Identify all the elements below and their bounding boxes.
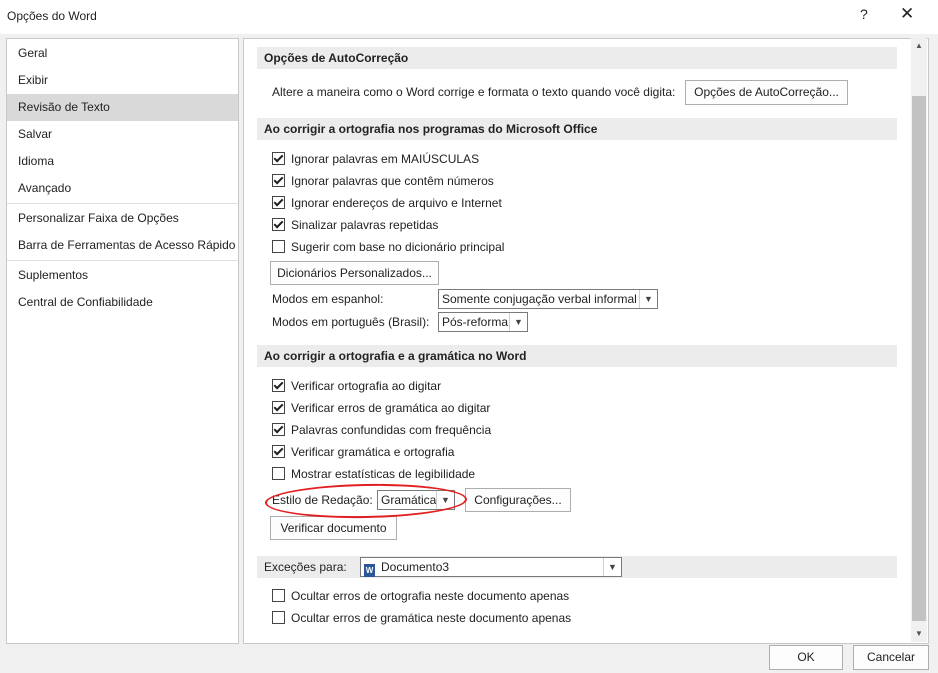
- checkbox-label: Ocultar erros de gramática neste documen…: [291, 611, 572, 625]
- options-panel: Opções de AutoCorreção Altere a maneira …: [243, 38, 929, 644]
- check-grammar-spelling-checkbox[interactable]: Verificar gramática e ortografia: [272, 442, 454, 462]
- window-title: Opções do Word: [7, 9, 97, 23]
- portuguese-modes-value: Pós-reforma: [442, 315, 509, 329]
- sidebar-divider: [7, 260, 238, 261]
- scroll-down-arrow-icon[interactable]: ▼: [911, 626, 927, 642]
- spanish-modes-select[interactable]: Somente conjugação verbal informal ▼: [438, 289, 658, 309]
- autocorrect-description: Altere a maneira como o Word corrige e f…: [272, 85, 676, 99]
- checkbox-icon: [272, 467, 285, 480]
- checkbox-label: Palavras confundidas com frequência: [291, 423, 492, 437]
- portuguese-modes-select[interactable]: Pós-reforma ▼: [438, 312, 528, 332]
- checkbox-label: Ignorar palavras que contêm números: [291, 174, 494, 188]
- word-document-icon: W: [364, 564, 375, 577]
- spanish-modes-label: Modos em espanhol:: [272, 292, 384, 306]
- checkbox-icon: [272, 196, 285, 209]
- close-button[interactable]: ✕: [900, 4, 914, 24]
- sidebar-item-geral[interactable]: Geral: [7, 40, 238, 67]
- checkbox-icon: [272, 174, 285, 187]
- ignore-uppercase-checkbox[interactable]: Ignorar palavras em MAIÚSCULAS: [272, 149, 479, 169]
- vertical-scrollbar[interactable]: ▲ ▼: [911, 38, 927, 642]
- checkbox-label: Ocultar erros de ortografia neste docume…: [291, 589, 570, 603]
- check-grammar-typing-checkbox[interactable]: Verificar erros de gramática ao digitar: [272, 398, 490, 418]
- sidebar-item-suplementos[interactable]: Suplementos: [7, 262, 238, 289]
- checkbox-label: Sinalizar palavras repetidas: [291, 218, 439, 232]
- checkbox-icon: [272, 218, 285, 231]
- sidebar-item-avancado[interactable]: Avançado: [7, 175, 238, 202]
- exceptions-document-select[interactable]: W Documento3 ▼: [360, 557, 622, 577]
- sidebar-item-revisao[interactable]: Revisão de Texto: [7, 94, 238, 121]
- scroll-up-arrow-icon[interactable]: ▲: [911, 38, 927, 54]
- checkbox-icon: [272, 401, 285, 414]
- ignore-numbers-checkbox[interactable]: Ignorar palavras que contêm números: [272, 171, 494, 191]
- chevron-down-icon: ▼: [639, 290, 657, 308]
- autocorrect-options-button[interactable]: Opções de AutoCorreção...: [685, 80, 848, 105]
- hide-grammar-errors-checkbox[interactable]: Ocultar erros de gramática neste documen…: [272, 608, 571, 628]
- sidebar-item-idioma[interactable]: Idioma: [7, 148, 238, 175]
- title-bar: Opções do Word ? ✕: [0, 0, 938, 34]
- checkbox-icon: [272, 611, 285, 624]
- checkbox-label: Sugerir com base no dicionário principal: [291, 240, 505, 254]
- help-button[interactable]: ?: [860, 6, 868, 22]
- checkbox-label: Verificar erros de gramática ao digitar: [291, 401, 491, 415]
- hide-spelling-errors-checkbox[interactable]: Ocultar erros de ortografia neste docume…: [272, 586, 569, 606]
- sidebar-item-personalizar-faixa[interactable]: Personalizar Faixa de Opções: [7, 205, 238, 232]
- ok-button[interactable]: OK: [769, 645, 843, 670]
- sidebar: Geral Exibir Revisão de Texto Salvar Idi…: [6, 38, 239, 644]
- spanish-modes-value: Somente conjugação verbal informal: [442, 292, 637, 306]
- flag-repeated-checkbox[interactable]: Sinalizar palavras repetidas: [272, 215, 438, 235]
- chevron-down-icon: ▼: [436, 491, 454, 509]
- settings-button[interactable]: Configurações...: [465, 488, 571, 512]
- custom-dictionaries-button[interactable]: Dicionários Personalizados...: [270, 261, 439, 285]
- autocorrect-header: Opções de AutoCorreção: [257, 47, 897, 69]
- chevron-down-icon: ▼: [509, 313, 527, 331]
- word-grammar-header: Ao corrigir a ortografia e a gramática n…: [257, 345, 897, 367]
- suggest-main-dict-checkbox[interactable]: Sugerir com base no dicionário principal: [272, 237, 504, 257]
- check-spelling-typing-checkbox[interactable]: Verificar ortografia ao digitar: [272, 376, 441, 396]
- sidebar-item-exibir[interactable]: Exibir: [7, 67, 238, 94]
- writing-style-select[interactable]: Gramática ▼: [377, 490, 455, 510]
- writing-style-value: Gramática: [381, 493, 437, 507]
- sidebar-item-salvar[interactable]: Salvar: [7, 121, 238, 148]
- checkbox-icon: [272, 240, 285, 253]
- sidebar-item-central-confiabilidade[interactable]: Central de Confiabilidade: [7, 289, 238, 316]
- checkbox-icon: [272, 445, 285, 458]
- sidebar-divider: [7, 203, 238, 204]
- check-document-button[interactable]: Verificar documento: [270, 516, 397, 540]
- checkbox-icon: [272, 589, 285, 602]
- checkbox-label: Ignorar endereços de arquivo e Internet: [291, 196, 502, 210]
- sidebar-item-barra-acesso-rapido[interactable]: Barra de Ferramentas de Acesso Rápido: [7, 232, 238, 259]
- checkbox-label: Verificar gramática e ortografia: [291, 445, 455, 459]
- office-spelling-header: Ao corrigir a ortografia nos programas d…: [257, 118, 897, 140]
- checkbox-icon: [272, 379, 285, 392]
- exceptions-label: Exceções para:: [264, 560, 347, 574]
- ignore-internet-checkbox[interactable]: Ignorar endereços de arquivo e Internet: [272, 193, 502, 213]
- confused-words-checkbox[interactable]: Palavras confundidas com frequência: [272, 420, 491, 440]
- chevron-down-icon: ▼: [603, 558, 621, 576]
- checkbox-label: Ignorar palavras em MAIÚSCULAS: [291, 152, 480, 166]
- checkbox-icon: [272, 423, 285, 436]
- exceptions-document-value: Documento3: [381, 560, 450, 574]
- checkbox-label: Mostrar estatísticas de legibilidade: [291, 467, 476, 481]
- portuguese-modes-label: Modos em português (Brasil):: [272, 315, 430, 329]
- cancel-button[interactable]: Cancelar: [853, 645, 929, 670]
- writing-style-label: Estilo de Redação:: [272, 493, 373, 507]
- readability-stats-checkbox[interactable]: Mostrar estatísticas de legibilidade: [272, 464, 475, 484]
- checkbox-icon: [272, 152, 285, 165]
- scrollbar-thumb[interactable]: [912, 96, 926, 621]
- checkbox-label: Verificar ortografia ao digitar: [291, 379, 442, 393]
